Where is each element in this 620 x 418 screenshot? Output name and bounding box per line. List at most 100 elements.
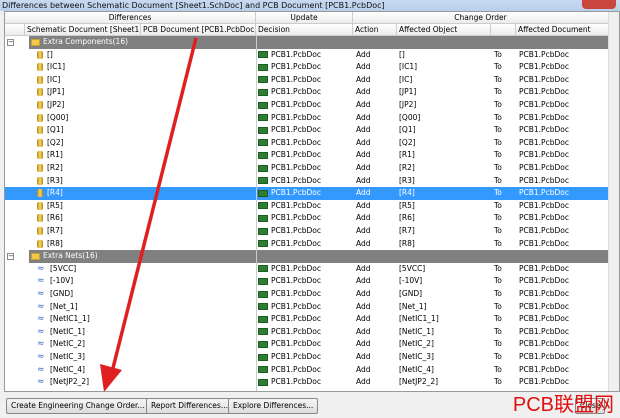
decision-cell[interactable]: PCB1.PcbDoc (258, 162, 352, 175)
table-row[interactable]: ≈ [-10V] PCB1.PcbDoc Add [-10V] To PCB1.PcbDoc (5, 275, 609, 288)
window-close-button[interactable] (582, 0, 616, 9)
action-cell: Add (356, 225, 396, 238)
decision-cell[interactable]: PCB1.PcbDoc (258, 338, 352, 351)
decision-text: PCB1.PcbDoc (271, 49, 321, 59)
header-affected-object[interactable]: Affected Object (397, 24, 491, 36)
header-update[interactable]: Update (256, 12, 353, 24)
action-cell: Add (356, 86, 396, 99)
decision-cell[interactable]: PCB1.PcbDoc (258, 376, 352, 389)
decision-cell[interactable]: PCB1.PcbDoc (258, 49, 352, 62)
decision-cell[interactable]: PCB1.PcbDoc (258, 263, 352, 276)
table-row[interactable]: ≈ [NetJP2_2] PCB1.PcbDoc Add [NetJP2_2] To PCB… (5, 376, 609, 389)
decision-cell[interactable]: PCB1.PcbDoc (258, 225, 352, 238)
affected-document-text: PCB1.PcbDoc (519, 364, 569, 374)
group-row-net[interactable]: − Extra Nets(16) (5, 250, 609, 263)
header-to[interactable] (491, 24, 516, 36)
table-row[interactable]: [R3] PCB1.PcbDoc Add [R3] To PCB1.PcbDoc (5, 175, 609, 188)
vertical-scrollbar[interactable] (608, 12, 619, 391)
table-row[interactable]: [R5] PCB1.PcbDoc Add [R5] To PCB1.PcbDoc (5, 200, 609, 213)
table-row[interactable]: [Q2] PCB1.PcbDoc Add [Q2] To PCB1.PcbDoc (5, 137, 609, 150)
decision-cell[interactable]: PCB1.PcbDoc (258, 99, 352, 112)
decision-text: PCB1.PcbDoc (271, 352, 321, 361)
table-row[interactable]: ≈ [NetIC_1] PCB1.PcbDoc Add [NetIC_1] To PCB1.… (5, 326, 609, 339)
decision-cell[interactable]: PCB1.PcbDoc (258, 351, 352, 364)
decision-cell[interactable]: PCB1.PcbDoc (258, 175, 352, 188)
decision-cell[interactable]: PCB1.PcbDoc (258, 74, 352, 87)
decision-cell[interactable]: PCB1.PcbDoc (258, 364, 352, 377)
header-change-order[interactable]: Change Order (353, 12, 609, 24)
decision-text: PCB1.PcbDoc (271, 163, 321, 172)
decision-cell[interactable]: PCB1.PcbDoc (258, 326, 352, 339)
to-cell: To (494, 338, 514, 351)
table-row[interactable]: [JP1] PCB1.PcbDoc Add [JP1] To PCB1.PcbDoc (5, 86, 609, 99)
table-row[interactable]: ≈ [NetIC_4] PCB1.PcbDoc Add [NetIC_4] To PCB1.… (5, 364, 609, 377)
table-row[interactable]: [IC1] PCB1.PcbDoc Add [IC1] To PCB1.PcbDoc (5, 61, 609, 74)
table-row[interactable]: ≈ [Net_1] PCB1.PcbDoc Add [Net_1] To PCB1.PcbD… (5, 301, 609, 314)
table-row[interactable]: [R2] PCB1.PcbDoc Add [R2] To PCB1.PcbDoc (5, 162, 609, 175)
to-cell: To (494, 175, 514, 188)
explore-differences-button[interactable]: Explore Differences... (228, 398, 319, 414)
to-cell: To (494, 301, 514, 314)
decision-cell[interactable]: PCB1.PcbDoc (258, 288, 352, 301)
table-row[interactable]: [] PCB1.PcbDoc Add [] To PCB1.PcbDoc (5, 49, 609, 62)
to-cell: To (494, 376, 514, 389)
to-text: To (494, 150, 502, 160)
pcb-document-icon (258, 76, 268, 84)
decision-cell[interactable]: PCB1.PcbDoc (258, 61, 352, 74)
group-row-component[interactable]: − Extra Components(16) (5, 36, 609, 49)
decision-cell[interactable]: PCB1.PcbDoc (258, 124, 352, 137)
decision-cell[interactable]: PCB1.PcbDoc (258, 86, 352, 99)
affected-object-text: [Net_1] (399, 301, 427, 311)
report-differences-button[interactable]: Report Differences... (146, 398, 233, 414)
decision-cell[interactable]: PCB1.PcbDoc (258, 238, 352, 251)
header-differences[interactable]: Differences (5, 12, 256, 24)
decision-text: PCB1.PcbDoc (271, 289, 321, 298)
action-cell: Add (356, 313, 396, 326)
item-name: [R3] (47, 175, 63, 185)
decision-cell[interactable]: PCB1.PcbDoc (258, 313, 352, 326)
schematic-cell: [IC] (37, 74, 137, 87)
collapse-toggle[interactable]: − (7, 253, 14, 261)
decision-cell[interactable]: PCB1.PcbDoc (258, 275, 352, 288)
affected-document-cell: PCB1.PcbDoc (519, 238, 607, 251)
affected-object-cell: [Q00] (399, 112, 489, 125)
table-row[interactable]: [Q1] PCB1.PcbDoc Add [Q1] To PCB1.PcbDoc (5, 124, 609, 137)
table-row[interactable]: ≈ [5VCC] PCB1.PcbDoc Add [5VCC] To PCB1.PcbDoc (5, 263, 609, 276)
decision-cell[interactable]: PCB1.PcbDoc (258, 137, 352, 150)
table-row[interactable]: [R8] PCB1.PcbDoc Add [R8] To PCB1.PcbDoc (5, 238, 609, 251)
table-row[interactable]: ≈ [GND] PCB1.PcbDoc Add [GND] To PCB1.PcbDoc (5, 288, 609, 301)
table-row[interactable]: [R1] PCB1.PcbDoc Add [R1] To PCB1.PcbDoc (5, 149, 609, 162)
decision-cell[interactable]: PCB1.PcbDoc (258, 200, 352, 213)
table-row[interactable]: [R4] PCB1.PcbDoc Add [R4] To PCB1.PcbDoc (5, 187, 609, 200)
create-eco-button[interactable]: Create Engineering Change Order... (6, 398, 150, 414)
action-text: Add (356, 364, 371, 374)
table-row[interactable]: ≈ [NetIC_2] PCB1.PcbDoc Add [NetIC_2] To PCB1.… (5, 338, 609, 351)
decision-text: PCB1.PcbDoc (271, 125, 321, 135)
decision-cell[interactable]: PCB1.PcbDoc (258, 149, 352, 162)
table-row[interactable]: [Q00] PCB1.PcbDoc Add [Q00] To PCB1.PcbDoc (5, 112, 609, 125)
action-text: Add (356, 87, 371, 97)
header-pcb[interactable]: PCB Document [PCB1.PcbDoc] (141, 24, 256, 36)
decision-cell[interactable]: PCB1.PcbDoc (258, 112, 352, 125)
action-cell: Add (356, 351, 396, 364)
table-row[interactable]: [IC] PCB1.PcbDoc Add [IC] To PCB1.PcbDoc (5, 74, 609, 87)
table-row[interactable]: ≈ [NetIC1_1] PCB1.PcbDoc Add [NetIC1_1] To PCB… (5, 313, 609, 326)
table-row[interactable]: ≈ [NetIC_3] PCB1.PcbDoc Add [NetIC_3] To PCB1.… (5, 351, 609, 364)
header-schematic[interactable]: Schematic Document [Sheet1.S... (25, 24, 141, 36)
table-row[interactable]: [JP2] PCB1.PcbDoc Add [JP2] To PCB1.PcbDoc (5, 99, 609, 112)
to-cell: To (494, 212, 514, 225)
group-band: Extra Components(16) (29, 36, 609, 49)
collapse-toggle[interactable]: − (7, 39, 14, 46)
decision-cell[interactable]: PCB1.PcbDoc (258, 212, 352, 225)
header-decision[interactable]: Decision (256, 24, 353, 36)
affected-object-cell: [R5] (399, 200, 489, 213)
table-row[interactable]: [R6] PCB1.PcbDoc Add [R6] To PCB1.PcbDoc (5, 212, 609, 225)
decision-cell[interactable]: PCB1.PcbDoc (258, 187, 352, 200)
decision-cell[interactable]: PCB1.PcbDoc (258, 301, 352, 314)
table-row[interactable]: [R7] PCB1.PcbDoc Add [R7] To PCB1.PcbDoc (5, 225, 609, 238)
affected-document-text: PCB1.PcbDoc (519, 276, 569, 286)
to-text: To (494, 163, 502, 172)
to-cell: To (494, 137, 514, 150)
header-affected-document[interactable]: Affected Document (516, 24, 609, 36)
header-action[interactable]: Action (353, 24, 397, 36)
